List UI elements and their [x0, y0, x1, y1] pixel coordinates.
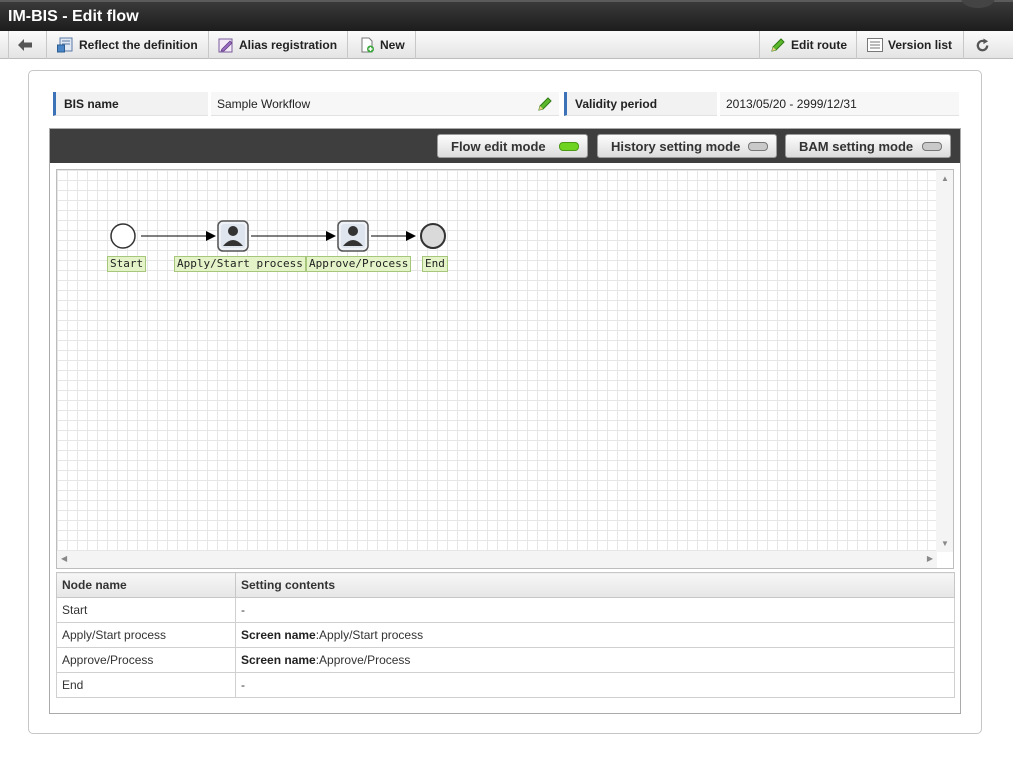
node-name-cell: Start: [56, 597, 236, 623]
scroll-left-icon[interactable]: ◀: [61, 554, 67, 563]
pencil-icon[interactable]: [537, 96, 553, 112]
user-task-node[interactable]: [217, 220, 249, 252]
bam-setting-mode-button[interactable]: BAM setting mode: [785, 134, 951, 158]
setting-contents-cell: -: [235, 597, 955, 623]
node-name-cell: End: [56, 672, 236, 698]
back-button[interactable]: [8, 31, 47, 59]
flow-diagram: [110, 220, 446, 252]
toolbar: Reflect the definition Alias registratio…: [0, 31, 1013, 59]
table-row[interactable]: Start -: [56, 597, 955, 623]
mode-bar: Flow edit mode History setting mode BAM …: [50, 129, 960, 163]
column-header-node-name: Node name: [56, 572, 236, 598]
pencil-icon: [771, 38, 785, 52]
version-list-button[interactable]: Version list: [856, 31, 962, 59]
table-row[interactable]: End -: [56, 672, 955, 698]
table-row[interactable]: Apply/Start process Screen name:Apply/St…: [56, 622, 955, 648]
refresh-icon: [976, 37, 988, 51]
start-node[interactable]: [110, 223, 136, 249]
node-label-apply[interactable]: Apply/Start process: [174, 256, 306, 272]
history-setting-mode-label: History setting mode: [611, 138, 741, 154]
edit-route-button[interactable]: Edit route: [759, 31, 857, 59]
arrow-left-icon: [18, 39, 32, 51]
node-label-start[interactable]: Start: [107, 256, 147, 272]
window-title: IM-BIS - Edit flow: [8, 8, 139, 25]
mode-indicator-on: [559, 142, 579, 151]
scroll-up-icon[interactable]: ▲: [941, 174, 949, 183]
node-label-approve[interactable]: Approve/Process: [306, 256, 412, 272]
canvas-grid[interactable]: Start Apply/Start process Approve/Proces…: [57, 170, 937, 552]
alias-registration-button[interactable]: Alias registration: [208, 31, 349, 59]
setting-contents-cell: Screen name:Apply/Start process: [235, 622, 955, 648]
flow-editor: Flow edit mode History setting mode BAM …: [49, 128, 961, 714]
edit-route-label: Edit route: [791, 38, 847, 52]
bis-name-value: Sample Workflow: [211, 92, 559, 116]
flow-edit-mode-label: Flow edit mode: [451, 138, 546, 154]
window-corner-decoration: [961, 0, 995, 8]
validity-period-value: 2013/05/20 - 2999/12/31: [720, 92, 959, 116]
bis-name-label: BIS name: [53, 92, 208, 116]
table-row[interactable]: Approve/Process Screen name:Approve/Proc…: [56, 647, 955, 673]
bam-setting-mode-label: BAM setting mode: [799, 138, 914, 154]
refresh-button[interactable]: [963, 31, 1005, 59]
reflect-definition-icon: [57, 37, 73, 53]
flow-edit-mode-button[interactable]: Flow edit mode: [437, 134, 588, 158]
list-icon: [867, 38, 883, 52]
end-node[interactable]: [420, 223, 446, 249]
table-header-row: Node name Setting contents: [56, 572, 955, 598]
reflect-definition-label: Reflect the definition: [79, 38, 198, 52]
new-document-icon: [361, 37, 374, 53]
title-bar: IM-BIS - Edit flow: [0, 0, 1013, 31]
alias-registration-label: Alias registration: [239, 38, 338, 52]
node-settings-table: Node name Setting contents Start - Apply…: [56, 572, 955, 698]
new-label: New: [380, 38, 405, 52]
user-task-node[interactable]: [337, 220, 369, 252]
node-name-cell: Apply/Start process: [56, 622, 236, 648]
version-list-label: Version list: [888, 38, 953, 52]
vertical-scrollbar[interactable]: ▲ ▼: [936, 170, 953, 552]
mode-indicator-off: [748, 142, 768, 151]
alias-registration-icon: [218, 38, 233, 53]
flow-canvas[interactable]: Start Apply/Start process Approve/Proces…: [56, 169, 954, 569]
setting-contents-cell: Screen name:Approve/Process: [235, 647, 955, 673]
setting-contents-cell: -: [235, 672, 955, 698]
scroll-right-icon[interactable]: ▶: [927, 554, 933, 563]
validity-period-label: Validity period: [564, 92, 717, 116]
new-button[interactable]: New: [349, 31, 416, 59]
column-header-setting-contents: Setting contents: [235, 572, 955, 598]
scroll-down-icon[interactable]: ▼: [941, 539, 949, 548]
mode-indicator-off: [922, 142, 942, 151]
node-label-end[interactable]: End: [422, 256, 448, 272]
horizontal-scrollbar[interactable]: ◀ ▶: [57, 551, 937, 568]
node-name-cell: Approve/Process: [56, 647, 236, 673]
history-setting-mode-button[interactable]: History setting mode: [597, 134, 777, 158]
reflect-definition-button[interactable]: Reflect the definition: [47, 31, 209, 59]
bis-name-text: Sample Workflow: [217, 97, 311, 111]
